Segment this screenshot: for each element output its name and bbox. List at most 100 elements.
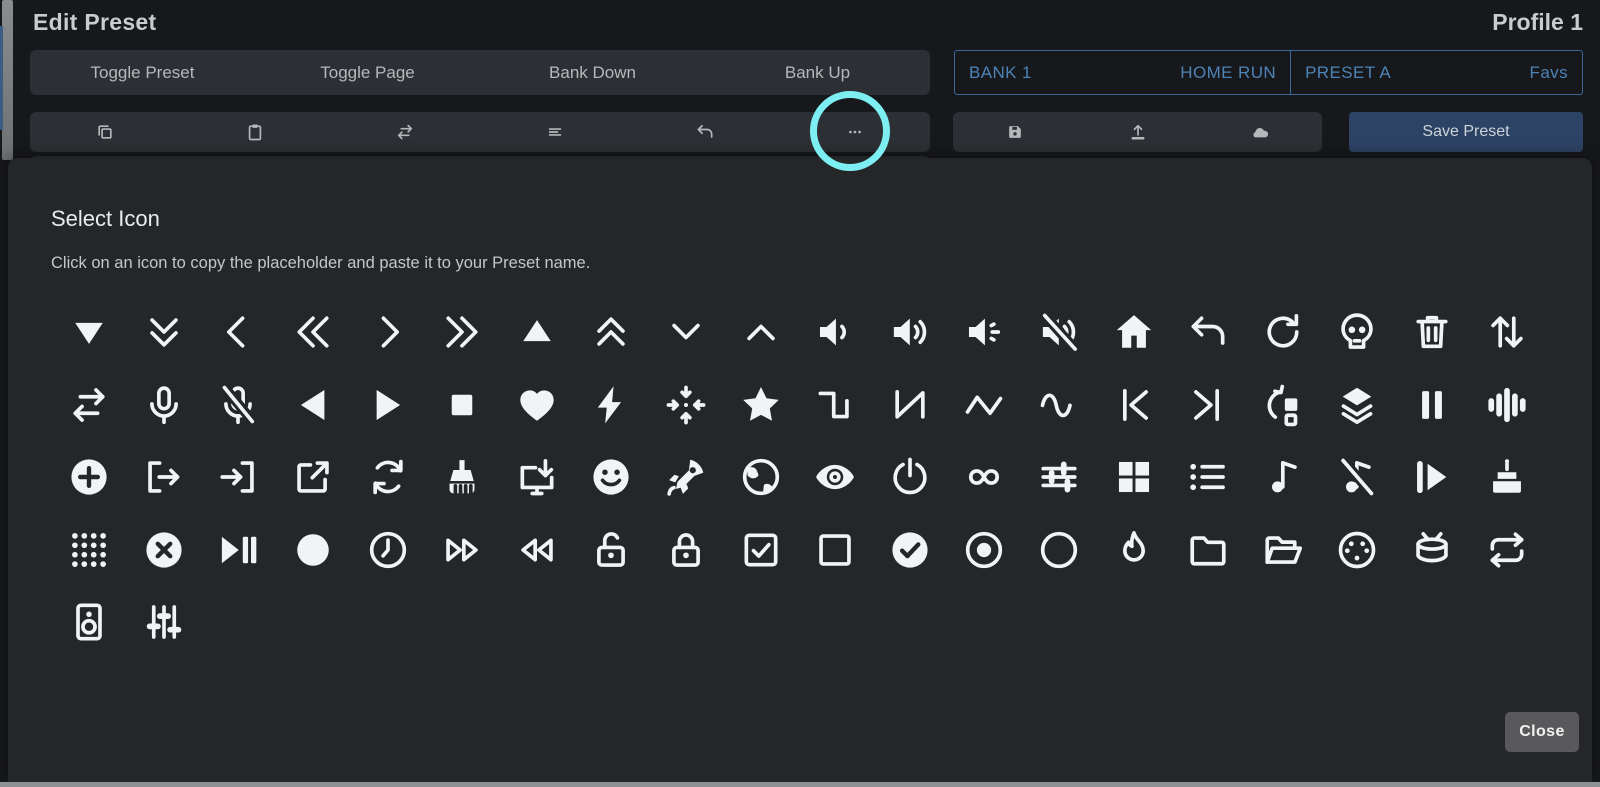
- square-wave-icon[interactable]: [798, 369, 873, 442]
- chevron-left-icon[interactable]: [201, 296, 276, 369]
- drum-icon[interactable]: [1395, 514, 1470, 587]
- compress-arrows-icon[interactable]: [649, 369, 724, 442]
- align-lines-icon[interactable]: [480, 112, 630, 152]
- volume-off-icon[interactable]: [947, 296, 1022, 369]
- paint-brush-icon[interactable]: [425, 441, 500, 514]
- plus-circle-icon[interactable]: [52, 441, 127, 514]
- checkbox-empty-icon[interactable]: [798, 514, 873, 587]
- stop-square-icon[interactable]: [425, 369, 500, 442]
- lightning-bolt-icon[interactable]: [574, 369, 649, 442]
- upload-icon[interactable]: [1076, 112, 1199, 152]
- eye-icon[interactable]: [798, 441, 873, 514]
- music-note-icon[interactable]: [1246, 441, 1321, 514]
- triangle-left-icon[interactable]: [276, 369, 351, 442]
- fast-forward-icon[interactable]: [425, 514, 500, 587]
- music-note-off-icon[interactable]: [1320, 441, 1395, 514]
- skip-to-start-icon[interactable]: [1096, 369, 1171, 442]
- x-circle-icon[interactable]: [127, 514, 202, 587]
- microphone-off-icon[interactable]: [201, 369, 276, 442]
- save-floppy-icon[interactable]: [953, 112, 1076, 152]
- play-from-start-icon[interactable]: [1395, 441, 1470, 514]
- lock-open-icon[interactable]: [574, 514, 649, 587]
- toggle-preset-button[interactable]: Toggle Preset: [30, 50, 255, 95]
- chevrons-down-icon[interactable]: [127, 296, 202, 369]
- pause-icon[interactable]: [1395, 369, 1470, 442]
- undo-icon[interactable]: [630, 112, 780, 152]
- microphone-icon[interactable]: [127, 369, 202, 442]
- layers-icon[interactable]: [1320, 369, 1395, 442]
- clock-icon[interactable]: [350, 514, 425, 587]
- chevrons-right-icon[interactable]: [425, 296, 500, 369]
- infinity-icon[interactable]: [947, 441, 1022, 514]
- grid-squares-icon[interactable]: [1096, 441, 1171, 514]
- lock-closed-icon[interactable]: [649, 514, 724, 587]
- folder-closed-icon[interactable]: [1171, 514, 1246, 587]
- redo-icon[interactable]: [1246, 296, 1321, 369]
- star-icon[interactable]: [723, 369, 798, 442]
- home-icon[interactable]: [1096, 296, 1171, 369]
- rocket-icon[interactable]: [649, 441, 724, 514]
- birthday-cake-icon[interactable]: [1469, 441, 1544, 514]
- preset-cell[interactable]: PRESET A Favs: [1291, 51, 1582, 94]
- repeat-icon[interactable]: [1469, 514, 1544, 587]
- sliders-horizontal-icon[interactable]: [1022, 441, 1097, 514]
- sync-icon[interactable]: [350, 441, 425, 514]
- volume-low-icon[interactable]: [798, 296, 873, 369]
- folder-open-icon[interactable]: [1246, 514, 1321, 587]
- monitor-download-icon[interactable]: [500, 441, 575, 514]
- triangle-right-icon[interactable]: [350, 369, 425, 442]
- globe-icon[interactable]: [723, 441, 798, 514]
- waveform-icon[interactable]: [1469, 369, 1544, 442]
- chevrons-left-icon[interactable]: [276, 296, 351, 369]
- rewind-icon[interactable]: [500, 514, 575, 587]
- record-circle-icon[interactable]: [276, 514, 351, 587]
- arrows-vertical-icon[interactable]: [1469, 296, 1544, 369]
- speaker-cabinet-icon[interactable]: [52, 586, 127, 659]
- chevrons-up-icon[interactable]: [574, 296, 649, 369]
- cloud-icon[interactable]: [1199, 112, 1322, 152]
- bank-cell[interactable]: BANK 1 HOME RUN: [955, 51, 1291, 94]
- loop-squares-icon[interactable]: [1246, 369, 1321, 442]
- toggle-page-button[interactable]: Toggle Page: [255, 50, 480, 95]
- chevron-up-icon[interactable]: [723, 296, 798, 369]
- caret-down-icon[interactable]: [52, 296, 127, 369]
- triangle-wave-icon[interactable]: [947, 369, 1022, 442]
- midi-connector-icon[interactable]: [1320, 514, 1395, 587]
- swap-horizontal-icon[interactable]: [330, 112, 480, 152]
- caret-up-icon[interactable]: [500, 296, 575, 369]
- sine-wave-icon[interactable]: [1022, 369, 1097, 442]
- skull-icon[interactable]: [1320, 296, 1395, 369]
- copy-icon[interactable]: [30, 112, 180, 152]
- save-preset-button[interactable]: Save Preset: [1349, 112, 1583, 152]
- bank-down-button[interactable]: Bank Down: [480, 50, 705, 95]
- scrollbar[interactable]: [2, 0, 13, 160]
- checkbox-checked-icon[interactable]: [723, 514, 798, 587]
- check-circle-icon[interactable]: [873, 514, 948, 587]
- circle-outline-icon[interactable]: [1022, 514, 1097, 587]
- sliders-vertical-icon[interactable]: [127, 586, 202, 659]
- close-button[interactable]: Close: [1505, 712, 1579, 752]
- chevron-down-icon[interactable]: [649, 296, 724, 369]
- undo-icon[interactable]: [1171, 296, 1246, 369]
- saw-wave-icon[interactable]: [873, 369, 948, 442]
- paste-icon[interactable]: [180, 112, 330, 152]
- external-link-icon[interactable]: [276, 441, 351, 514]
- log-in-icon[interactable]: [201, 441, 276, 514]
- skip-to-end-icon[interactable]: [1171, 369, 1246, 442]
- arrows-horizontal-icon[interactable]: [52, 369, 127, 442]
- chevron-right-icon[interactable]: [350, 296, 425, 369]
- smiley-face-icon[interactable]: [574, 441, 649, 514]
- list-bullets-icon[interactable]: [1171, 441, 1246, 514]
- ellipsis-icon[interactable]: [780, 112, 930, 152]
- flame-icon[interactable]: [1096, 514, 1171, 587]
- power-icon[interactable]: [873, 441, 948, 514]
- dots-grid-icon[interactable]: [52, 514, 127, 587]
- heart-icon[interactable]: [500, 369, 575, 442]
- volume-high-icon[interactable]: [873, 296, 948, 369]
- bank-up-button[interactable]: Bank Up: [705, 50, 930, 95]
- volume-mute-icon[interactable]: [1022, 296, 1097, 369]
- play-pause-icon[interactable]: [201, 514, 276, 587]
- radio-selected-icon[interactable]: [947, 514, 1022, 587]
- log-out-icon[interactable]: [127, 441, 202, 514]
- trash-icon[interactable]: [1395, 296, 1470, 369]
